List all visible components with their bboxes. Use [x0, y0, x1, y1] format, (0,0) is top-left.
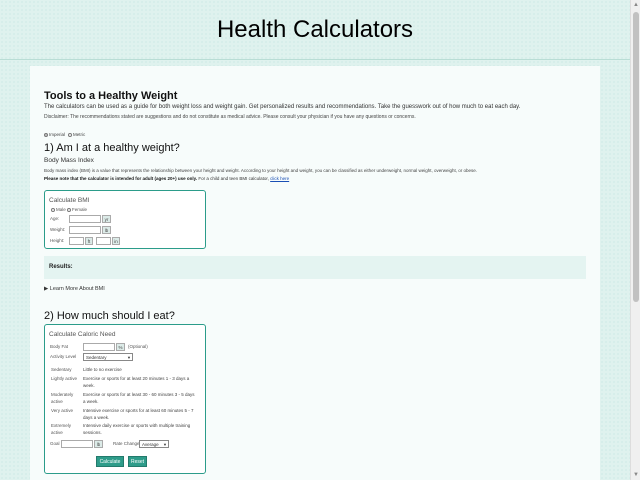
- height-inches-unit: in: [112, 237, 120, 245]
- age-input[interactable]: [69, 215, 101, 223]
- metric-radio[interactable]: Metric: [68, 132, 85, 137]
- age-unit: yr: [102, 215, 111, 223]
- page-title: Health Calculators: [216, 15, 414, 43]
- bmi-card-title: Calculate BMI: [49, 197, 90, 204]
- bodyfat-label: Body Fat: [50, 344, 69, 349]
- height-feet-input[interactable]: [69, 237, 84, 245]
- bmi-description: Body mass index (BMI) is a value that re…: [44, 168, 477, 173]
- child-bmi-link[interactable]: click here: [270, 176, 289, 181]
- weight-unit: lb: [102, 226, 111, 234]
- female-radio[interactable]: Female: [67, 207, 87, 212]
- caloric-card-title: Calculate Caloric Need: [49, 331, 116, 338]
- height-feet-unit: ft: [85, 237, 93, 245]
- imperial-radio[interactable]: Imperial: [44, 132, 65, 137]
- height-inches-input[interactable]: [96, 237, 111, 245]
- bodyfat-input[interactable]: [83, 343, 115, 351]
- intro-text: The calculators can be used as a guide f…: [44, 104, 521, 110]
- goal-unit: lb: [94, 440, 103, 448]
- disclaimer-text: Disclaimer: The recommendations stated a…: [44, 114, 416, 120]
- caloric-heading: 2) How much should I eat?: [44, 310, 175, 322]
- height-label: Height:: [50, 238, 65, 243]
- unit-toggle: Imperial Metric: [44, 132, 85, 137]
- dropdown-arrow-icon: ▼: [163, 442, 167, 447]
- bmi-note: Please note that the calculator is inten…: [44, 176, 290, 181]
- caloric-calculator-card: Calculate Caloric Need Body Fat % (Optio…: [44, 324, 206, 474]
- scroll-up-icon[interactable]: ▲: [632, 1, 640, 9]
- activity-label: Activity Level: [50, 354, 77, 359]
- results-label: Results:: [49, 264, 73, 270]
- calculate-button[interactable]: Calculate: [96, 456, 124, 467]
- learn-more-toggle[interactable]: ▶ Learn More About BMI: [44, 286, 105, 292]
- results-panel: Results:: [44, 256, 586, 279]
- bodyfat-optional: (Optional): [128, 344, 148, 349]
- expand-triangle-icon: ▶: [44, 286, 49, 292]
- learn-more-label: Learn More About BMI: [49, 286, 105, 292]
- age-label: Age:: [50, 216, 60, 221]
- vertical-scrollbar[interactable]: ▲ ▼: [630, 0, 640, 480]
- main-content: Tools to a Healthy Weight The calculator…: [30, 66, 600, 480]
- activity-select[interactable]: Sedentary ▼: [83, 353, 133, 361]
- bmi-calculator-card: Calculate BMI Male Female Age: yr Weight…: [44, 190, 206, 249]
- sex-radio-group: Male Female: [51, 207, 87, 212]
- goal-label: Goal: [50, 441, 60, 446]
- reset-button[interactable]: Reset: [128, 456, 147, 467]
- weight-label: Weight:: [50, 227, 66, 232]
- bmi-heading: 1) Am I at a healthy weight?: [44, 142, 180, 154]
- weight-input[interactable]: [69, 226, 101, 234]
- page-header: Health Calculators: [0, 0, 630, 60]
- section-title: Tools to a Healthy Weight: [44, 90, 178, 102]
- bodyfat-unit: %: [116, 343, 125, 351]
- bmi-subheading: Body Mass Index: [44, 157, 94, 164]
- male-radio[interactable]: Male: [51, 207, 66, 212]
- dropdown-arrow-icon: ▼: [127, 355, 131, 360]
- rate-change-select[interactable]: Average ▼: [139, 440, 169, 448]
- rate-change-label: Rate Change: [113, 441, 140, 446]
- goal-input[interactable]: [61, 440, 93, 448]
- scroll-down-icon[interactable]: ▼: [632, 471, 640, 479]
- scrollbar-thumb[interactable]: [633, 12, 639, 302]
